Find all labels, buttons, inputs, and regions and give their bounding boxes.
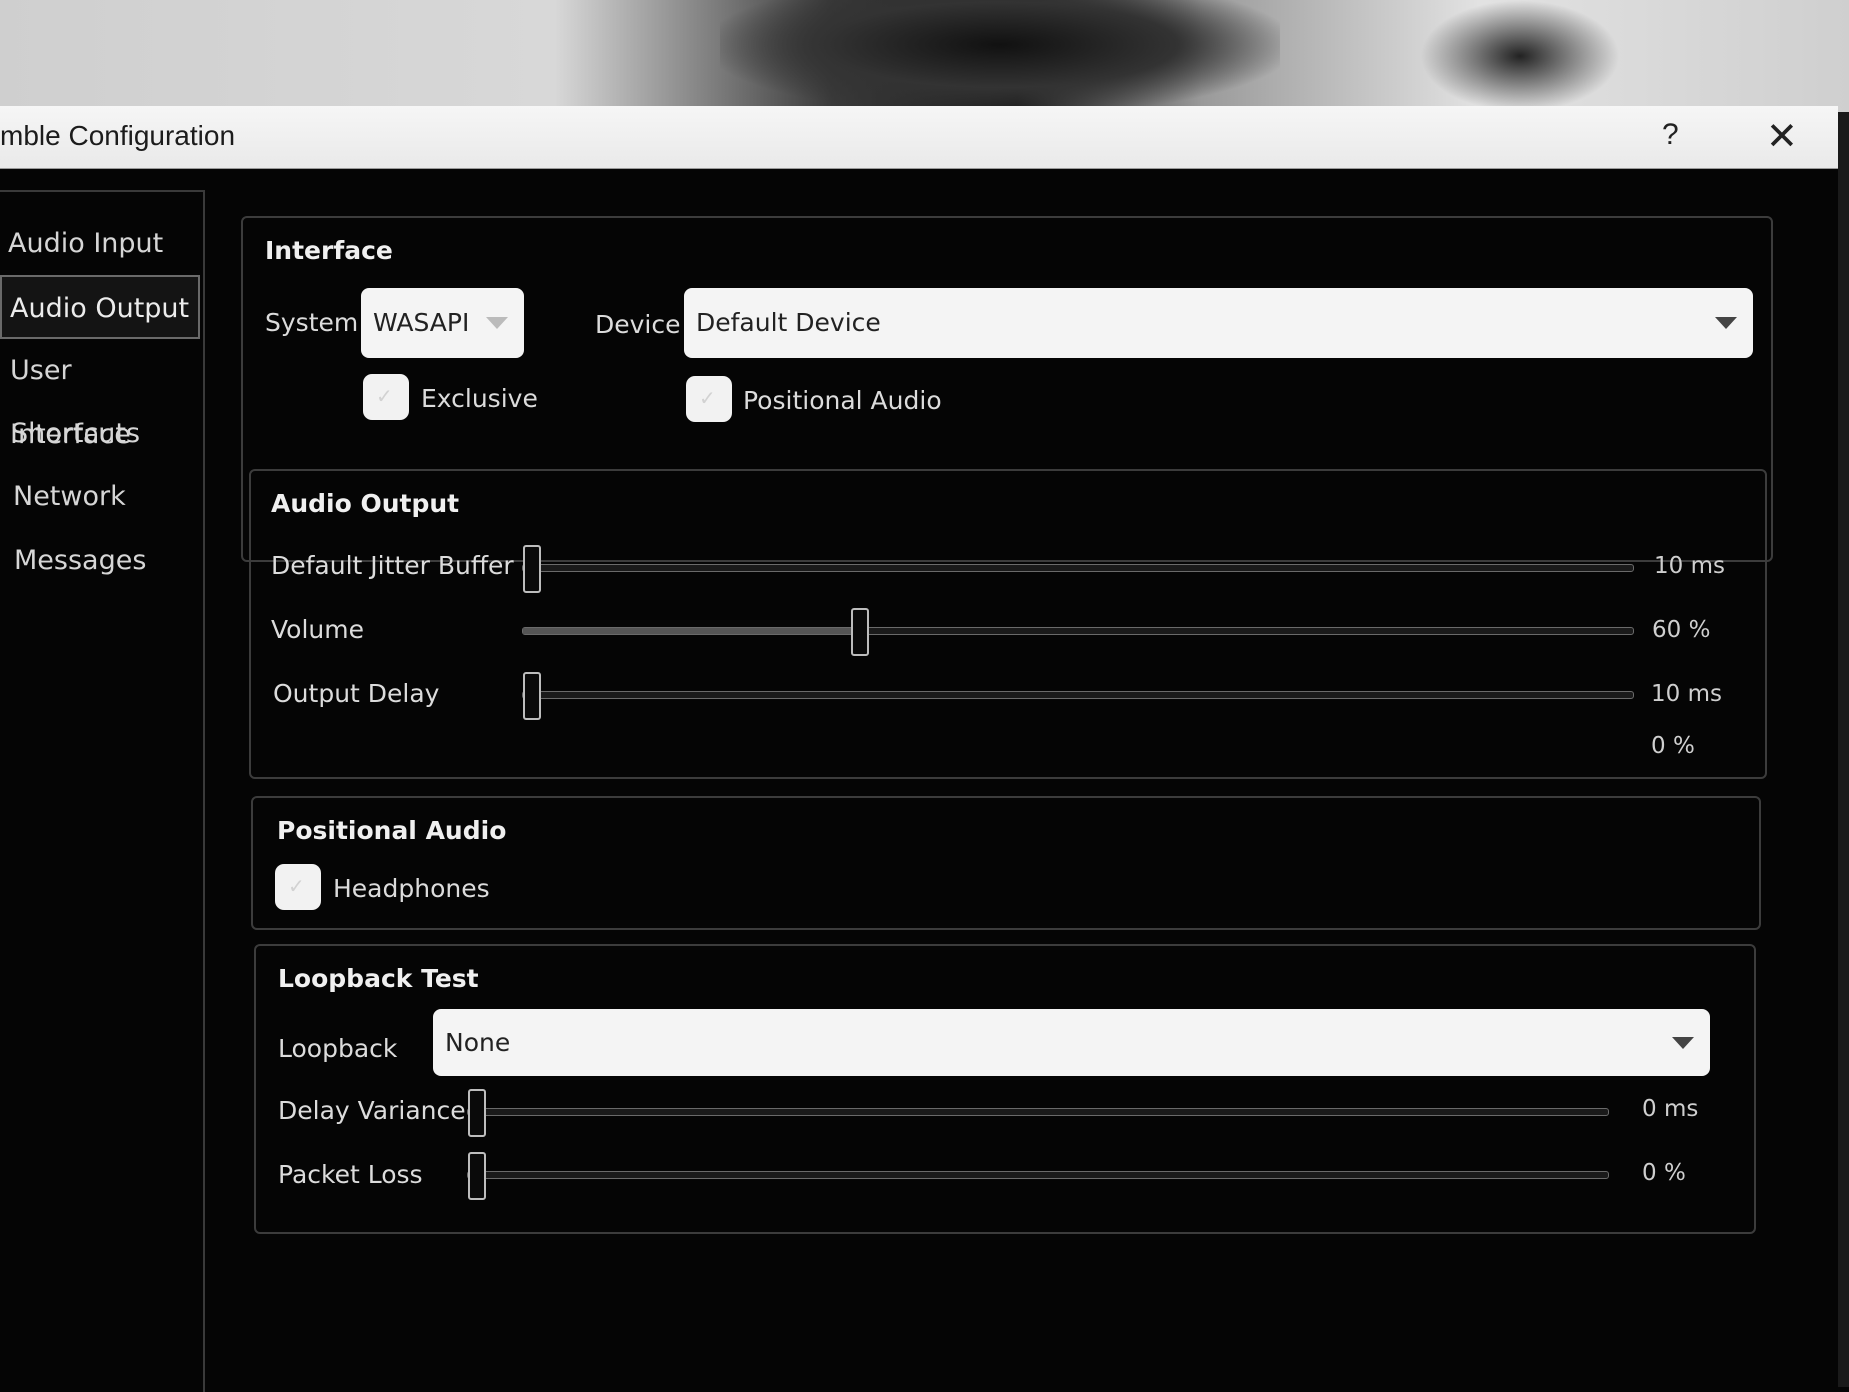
- system-select-value: WASAPI: [373, 308, 470, 337]
- extra-percent-value: 0 %: [1651, 733, 1695, 759]
- volume-label: Volume: [271, 615, 364, 644]
- window-title: mble Configuration: [0, 120, 236, 151]
- loopback-test-title: Loopback Test: [278, 964, 479, 993]
- audio-output-title: Audio Output: [271, 489, 460, 518]
- help-button[interactable]: ?: [1662, 118, 1679, 152]
- output-delay-label: Output Delay: [273, 679, 440, 708]
- packet-loss-label: Packet Loss: [278, 1160, 423, 1189]
- loopback-select-value: None: [445, 1028, 511, 1057]
- delay-variance-slider[interactable]: [467, 1089, 1609, 1137]
- wallpaper-figure-right: [1420, 0, 1620, 112]
- output-delay-value: 10 ms: [1651, 681, 1722, 707]
- packet-loss-value: 0 %: [1642, 1160, 1686, 1186]
- headphones-label: Headphones: [333, 874, 490, 903]
- loopback-test-group: Loopback Test Loopback None Delay Varian…: [254, 944, 1756, 1234]
- system-label: System: [265, 308, 359, 337]
- device-select[interactable]: Default Device: [684, 288, 1753, 358]
- positional-audio-checkbox[interactable]: ✓: [686, 376, 732, 422]
- exclusive-label: Exclusive: [421, 384, 538, 413]
- slider-handle[interactable]: [468, 1089, 486, 1137]
- delay-variance-label: Delay Variance: [278, 1096, 466, 1125]
- sidebar-item-audio-output[interactable]: Audio Output: [0, 275, 200, 339]
- check-icon: ✓: [376, 384, 393, 408]
- volume-slider[interactable]: [522, 608, 1634, 656]
- packet-loss-slider[interactable]: [467, 1152, 1609, 1200]
- configuration-window: mble Configuration ? ✕ Audio Input Audio…: [0, 106, 1838, 1392]
- positional-audio-group: Positional Audio ✓ Headphones: [251, 796, 1761, 930]
- audio-output-group: Audio Output Default Jitter Buffer 10 ms…: [249, 469, 1767, 779]
- delay-variance-value: 0 ms: [1642, 1096, 1699, 1122]
- headphones-checkbox[interactable]: ✓: [275, 864, 321, 910]
- jitter-value: 10 ms: [1654, 553, 1725, 579]
- check-icon: ✓: [699, 386, 716, 410]
- chevron-down-icon: [1672, 1036, 1694, 1049]
- positional-audio-title: Positional Audio: [277, 816, 507, 845]
- device-label: Device: [595, 310, 681, 339]
- slider-fill: [523, 628, 859, 634]
- interface-title: Interface: [265, 236, 393, 265]
- window-edge: [1838, 112, 1849, 1387]
- desktop-wallpaper: [0, 0, 1849, 112]
- slider-handle[interactable]: [523, 545, 541, 593]
- sidebar: Audio Input Audio Output User Interface …: [0, 190, 205, 1392]
- exclusive-checkbox[interactable]: ✓: [363, 374, 409, 420]
- loopback-label: Loopback: [278, 1034, 398, 1063]
- slider-handle[interactable]: [523, 672, 541, 720]
- slider-handle[interactable]: [468, 1152, 486, 1200]
- title-bar[interactable]: mble Configuration ? ✕: [0, 106, 1838, 169]
- sidebar-item-user-interface[interactable]: User Interface: [0, 339, 200, 450]
- slider-handle[interactable]: [851, 608, 869, 656]
- close-button[interactable]: ✕: [1766, 114, 1798, 159]
- volume-value: 60 %: [1652, 617, 1711, 643]
- check-icon: ✓: [288, 874, 305, 898]
- loopback-select[interactable]: None: [433, 1009, 1710, 1076]
- positional-audio-label: Positional Audio: [743, 386, 942, 415]
- system-select[interactable]: WASAPI: [361, 288, 524, 358]
- wallpaper-figure: [720, 0, 1280, 112]
- sidebar-item-shortcuts[interactable]: Shortcuts: [0, 402, 200, 466]
- jitter-slider[interactable]: [522, 545, 1634, 593]
- sidebar-item-audio-input[interactable]: Audio Input: [0, 212, 200, 276]
- output-delay-slider[interactable]: [522, 672, 1634, 720]
- device-select-value: Default Device: [696, 308, 881, 337]
- chevron-down-icon: [486, 317, 508, 329]
- sidebar-item-messages[interactable]: Messages: [0, 529, 200, 593]
- jitter-label: Default Jitter Buffer: [271, 551, 514, 580]
- sidebar-item-network[interactable]: Network: [0, 465, 200, 529]
- chevron-down-icon: [1715, 317, 1737, 329]
